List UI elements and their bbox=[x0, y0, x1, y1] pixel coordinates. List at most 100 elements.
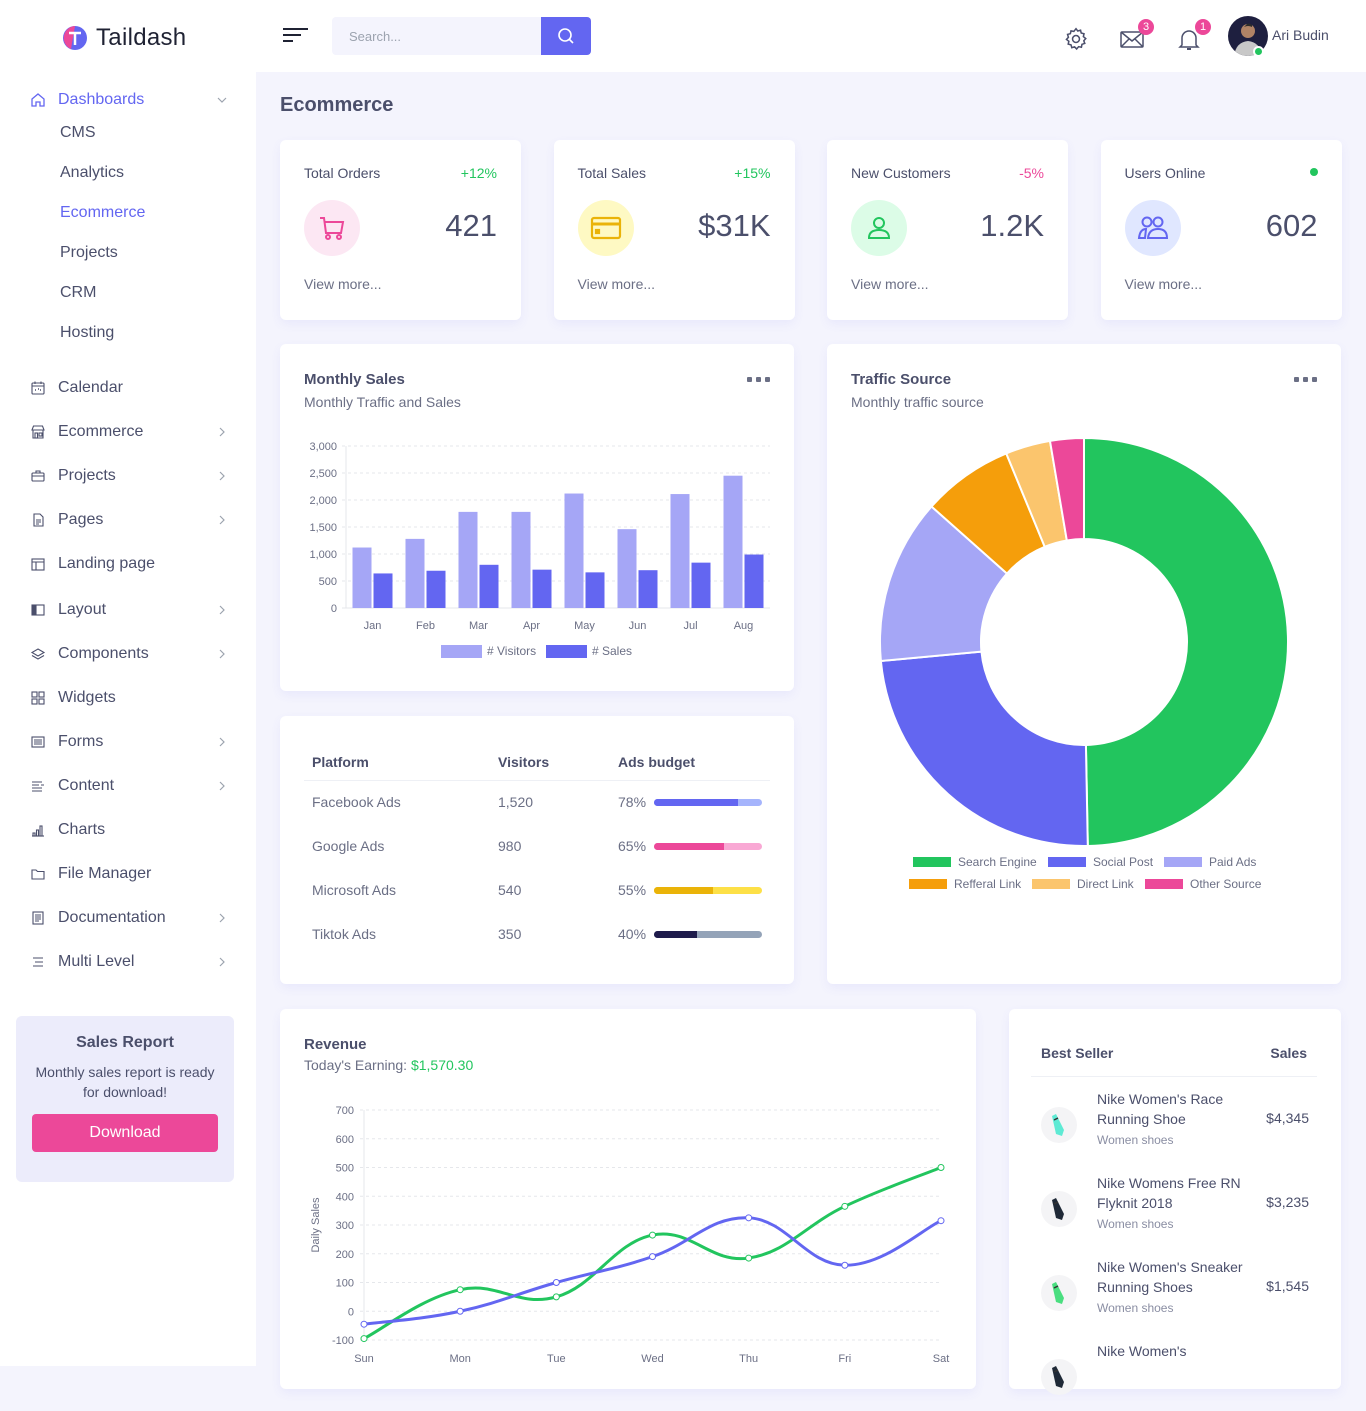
data-point[interactable] bbox=[649, 1253, 656, 1261]
sidebar-item-ecommerce[interactable]: Ecommerce bbox=[28, 418, 228, 446]
sidebar-item-layout[interactable]: Layout bbox=[28, 596, 228, 624]
bar-sales-mar[interactable] bbox=[479, 564, 499, 608]
sidebar-item-content[interactable]: Content bbox=[28, 772, 228, 800]
sidebar-item-pages[interactable]: Pages bbox=[28, 506, 228, 534]
settings-button[interactable] bbox=[1063, 26, 1091, 54]
y-tick-label: 500 bbox=[319, 576, 337, 588]
sidebar-subitem-hosting[interactable]: Hosting bbox=[60, 324, 114, 342]
bar-sales-feb[interactable] bbox=[426, 570, 446, 608]
notifications-button[interactable]: 1 bbox=[1176, 19, 1211, 54]
bar-visitors-jul[interactable] bbox=[670, 494, 690, 608]
bar-sales-jul[interactable] bbox=[691, 562, 711, 608]
download-button[interactable]: Download bbox=[32, 1114, 218, 1152]
search-input[interactable] bbox=[332, 17, 541, 55]
chevron-right-icon bbox=[216, 956, 228, 968]
x-tick-label: May bbox=[574, 620, 595, 632]
slice-search-engine[interactable] bbox=[1083, 436, 1290, 847]
sidebar-item-projects[interactable]: Projects bbox=[28, 462, 228, 490]
data-point[interactable] bbox=[745, 1254, 753, 1262]
sidebar-item-forms[interactable]: Forms bbox=[28, 728, 228, 756]
bar-visitors-may[interactable] bbox=[564, 493, 584, 608]
slice-social-post[interactable] bbox=[879, 650, 1089, 847]
sidebar-item-file-manager[interactable]: File Manager bbox=[28, 860, 228, 888]
list-item[interactable]: Nike Womens Free RN Flyknit 2018 Women sh… bbox=[1031, 1173, 1317, 1243]
view-more-link[interactable]: View more... bbox=[304, 276, 382, 292]
budget-progress-fill bbox=[654, 798, 739, 806]
sidebar-item-label: Content bbox=[58, 777, 115, 794]
sidebar-item-documentation[interactable]: Documentation bbox=[28, 904, 228, 932]
sidebar-item-charts[interactable]: Charts bbox=[28, 816, 228, 844]
stat-value: 1.2K bbox=[980, 208, 1044, 243]
data-point[interactable] bbox=[841, 1202, 849, 1210]
brand-logo[interactable]: Taildash bbox=[62, 24, 186, 52]
data-point[interactable] bbox=[649, 1231, 656, 1239]
y-tick-label: 0 bbox=[331, 603, 337, 615]
hamburger-icon bbox=[283, 28, 308, 42]
bar-visitors-aug[interactable] bbox=[723, 475, 743, 608]
shoe-icon bbox=[1052, 1198, 1064, 1220]
view-more-link[interactable]: View more... bbox=[1125, 276, 1203, 292]
bar-visitors-jun[interactable] bbox=[617, 529, 637, 608]
menu-toggle-button[interactable] bbox=[283, 27, 309, 50]
messages-button[interactable]: 3 bbox=[1119, 19, 1154, 54]
list-item[interactable]: Nike Women's Race Running Shoe Women shoe… bbox=[1031, 1089, 1317, 1159]
cart-icon bbox=[304, 200, 360, 256]
sidebar-subitem-analytics[interactable]: Analytics bbox=[60, 164, 124, 182]
bar-sales-apr[interactable] bbox=[532, 569, 552, 608]
data-point[interactable] bbox=[456, 1307, 464, 1315]
data-point[interactable] bbox=[937, 1217, 945, 1225]
sidebar-subitem-cms[interactable]: CMS bbox=[60, 124, 96, 142]
data-point[interactable] bbox=[360, 1335, 368, 1343]
list-item[interactable]: Nike Women's bbox=[1031, 1341, 1317, 1411]
data-point[interactable] bbox=[745, 1214, 753, 1222]
data-point[interactable] bbox=[552, 1279, 560, 1286]
list-item[interactable]: Nike Women's Sneaker Running Shoes Women … bbox=[1031, 1257, 1317, 1327]
sidebar-item-label: Pages bbox=[58, 511, 104, 528]
data-point[interactable] bbox=[552, 1293, 560, 1301]
sidebar-subitem-ecommerce[interactable]: Ecommerce bbox=[60, 204, 145, 222]
bar-visitors-feb[interactable] bbox=[405, 538, 425, 608]
data-point[interactable] bbox=[456, 1286, 464, 1294]
search-button[interactable] bbox=[541, 17, 591, 55]
change-badge: +12% bbox=[460, 165, 497, 181]
bar-sales-may[interactable] bbox=[585, 572, 605, 608]
bar-visitors-mar[interactable] bbox=[458, 511, 478, 608]
sidebar-item-components[interactable]: Components bbox=[28, 640, 228, 668]
sidebar-item-label: Layout bbox=[58, 601, 107, 618]
sidebar-item-landing-page[interactable]: Landing page bbox=[28, 550, 228, 578]
y-tick-label: 300 bbox=[336, 1220, 354, 1232]
sidebar-item-label: Multi Level bbox=[58, 953, 135, 970]
shoe-icon bbox=[1052, 1114, 1064, 1136]
sidebar-subitem-projects[interactable]: Projects bbox=[60, 244, 118, 262]
bar-sales-jan[interactable] bbox=[373, 573, 393, 608]
monthly-sales-card: Monthly Sales Monthly Traffic and Sales … bbox=[280, 344, 794, 691]
x-tick-label: Jan bbox=[364, 620, 382, 632]
data-point[interactable] bbox=[841, 1261, 849, 1269]
sidebar-item-widgets[interactable]: Widgets bbox=[28, 684, 228, 712]
bar-visitors-apr[interactable] bbox=[511, 511, 531, 608]
bar-sales-jun[interactable] bbox=[638, 570, 658, 608]
data-point[interactable] bbox=[360, 1320, 368, 1328]
best-seller-card: Best Seller Sales Nike Women's Race Runn… bbox=[1009, 1009, 1341, 1395]
sidebar-subitem-crm[interactable]: CRM bbox=[60, 284, 96, 302]
sidebar-item-calendar[interactable]: Calendar bbox=[28, 374, 228, 402]
y-tick-label: 3,000 bbox=[309, 441, 337, 453]
home-icon bbox=[28, 90, 48, 110]
view-more-link[interactable]: View more... bbox=[851, 276, 929, 292]
sidebar-item-label: Forms bbox=[58, 733, 104, 750]
sidebar-item-dashboards[interactable]: Dashboards bbox=[28, 86, 228, 114]
bar-visitors-jan[interactable] bbox=[352, 547, 372, 608]
bar-sales-aug[interactable] bbox=[744, 554, 764, 608]
user-name[interactable]: Ari Budin bbox=[1272, 27, 1329, 43]
table-row: Microsoft Ads 540 55% bbox=[304, 868, 770, 912]
sidebar-item-multi-level[interactable]: Multi Level bbox=[28, 948, 228, 976]
sidebar: Taildash Dashboards CMS Analytics Ecommerc… bbox=[0, 0, 256, 1366]
view-more-link[interactable]: View more... bbox=[578, 276, 656, 292]
sidebar-item-label: Widgets bbox=[58, 689, 116, 706]
brand-name: Taildash bbox=[96, 24, 187, 51]
data-point[interactable] bbox=[937, 1164, 945, 1171]
legend-label: Search Engine bbox=[958, 855, 1037, 869]
stat-value: 421 bbox=[445, 208, 497, 243]
sidebar-item-label: File Manager bbox=[58, 865, 152, 882]
sidebar-item-label: Calendar bbox=[58, 379, 123, 396]
